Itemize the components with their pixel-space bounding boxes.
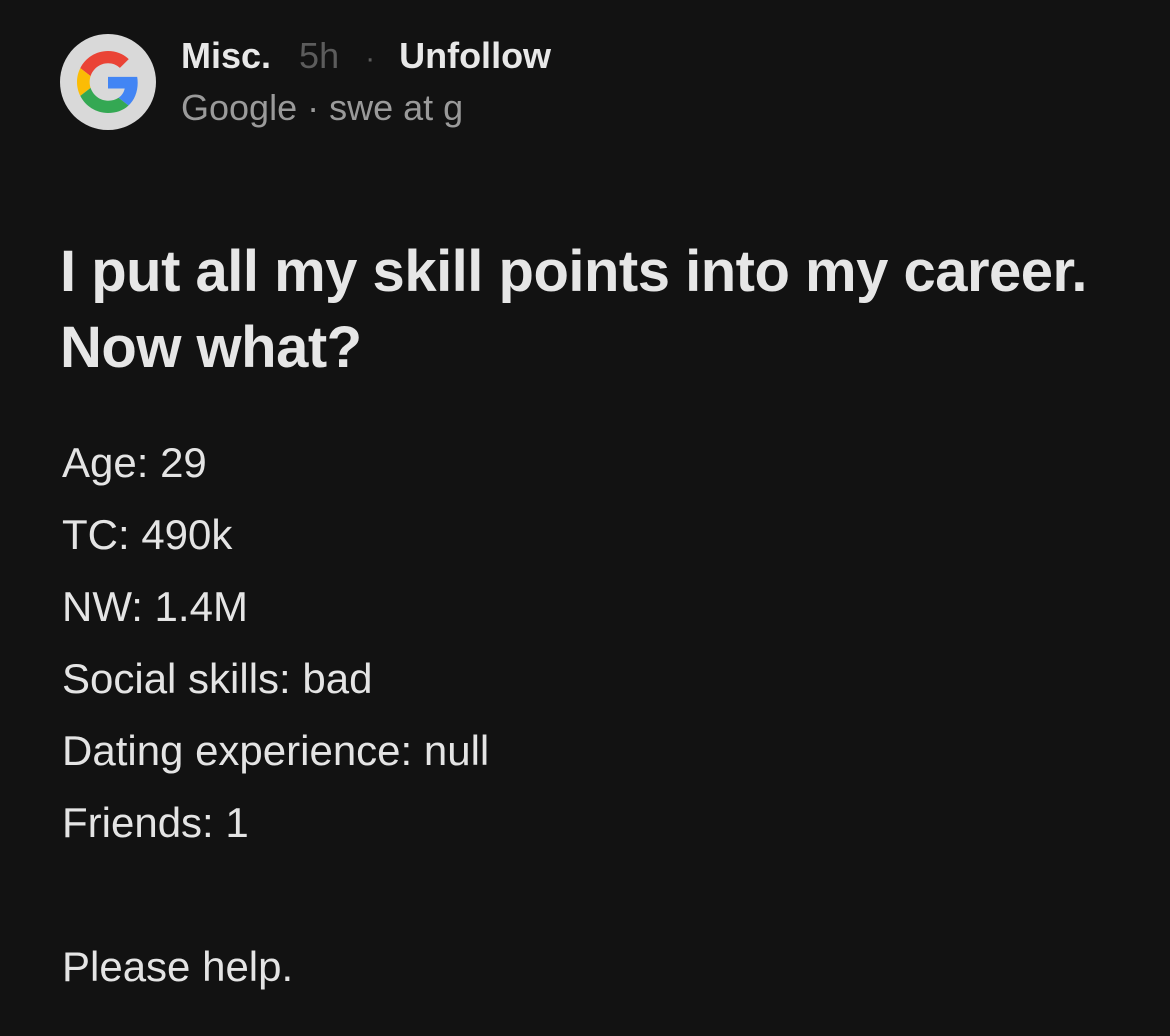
post-time: 5h: [299, 35, 340, 76]
post-meta: Misc. 5h · Unfollow Google · swe at g: [181, 34, 551, 132]
body-line: Age: 29: [62, 439, 207, 486]
separator-dot: ·: [365, 42, 376, 75]
body-line: NW: 1.4M: [62, 583, 248, 630]
unfollow-button[interactable]: Unfollow: [399, 32, 551, 80]
post-header: Misc. 5h · Unfollow Google · swe at g: [60, 34, 551, 130]
avatar[interactable]: [60, 34, 156, 130]
body-line: TC: 490k: [62, 511, 233, 558]
post-title: I put all my skill points into my career…: [60, 239, 1088, 380]
post: Misc. 5h · Unfollow Google · swe at g I …: [0, 0, 1170, 1036]
body-line: Dating experience: null: [62, 727, 490, 774]
body-line: Social skills: bad: [62, 655, 373, 702]
author-line[interactable]: Google · swe at g: [181, 84, 551, 132]
body-line: Friends: 1: [62, 799, 249, 846]
meta-row: Misc. 5h · Unfollow: [181, 32, 551, 80]
post-body: Age: 29 TC: 490k NW: 1.4M Social skills:…: [62, 427, 1122, 859]
post-closing: Please help.: [62, 943, 294, 990]
channel-name[interactable]: Misc.: [181, 32, 271, 80]
google-g-logo-icon: [77, 51, 138, 113]
